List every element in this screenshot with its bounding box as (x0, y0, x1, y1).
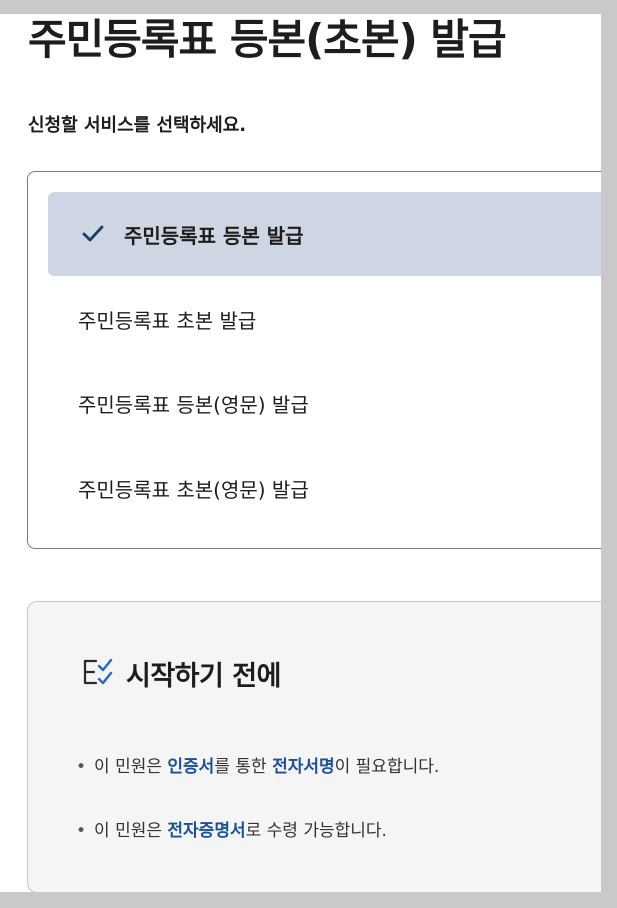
option-label: 주민등록표 초본(영문) 발급 (78, 477, 309, 502)
info-header: 시작하기 전에 (82, 654, 281, 693)
bullet-text: 이 필요합니다. (334, 757, 440, 777)
bullet-emphasis-e-certificate: 전자증명서 (167, 821, 246, 841)
check-icon (82, 225, 104, 243)
page: 주민등록표 등본(초본) 발급 신청할 서비스를 선택하세요. 주민등록표 등본… (0, 14, 601, 892)
page-title: 주민등록표 등본(초본) 발급 (28, 15, 507, 64)
option-label: 주민등록표 등본(영문) 발급 (78, 392, 309, 417)
option-resident-copy-english[interactable]: 주민등록표 등본(영문) 발급 (48, 361, 601, 445)
option-label: 주민등록표 등본 발급 (124, 223, 304, 248)
info-bullet: • 이 민원은 인증서를 통한 전자서명이 필요합니다. (76, 757, 440, 777)
page-subtitle: 신청할 서비스를 선택하세요. (28, 115, 247, 136)
bullet-text: 로 수령 가능합니다. (245, 821, 387, 841)
bullet-emphasis-certificate: 인증서 (167, 757, 215, 777)
bullet-text: 이 민원은 (94, 821, 168, 841)
option-label: 주민등록표 초본 발급 (78, 308, 257, 333)
info-title: 시작하기 전에 (126, 661, 281, 692)
bullet-text: 이 민원은 (94, 757, 168, 777)
option-resident-copy[interactable]: 주민등록표 등본 발급 (48, 192, 601, 276)
option-resident-abstract[interactable]: 주민등록표 초본 발급 (48, 277, 601, 361)
info-bullet: • 이 민원은 전자증명서로 수령 가능합니다. (76, 821, 387, 841)
checklist-icon (82, 655, 116, 693)
option-resident-abstract-english[interactable]: 주민등록표 초본(영문) 발급 (48, 446, 601, 530)
bullet-text: 를 통한 (214, 757, 273, 777)
service-option-list: 주민등록표 등본 발급 주민등록표 초본 발급 주민등록표 등본(영문) 발급 … (27, 171, 601, 549)
bullet-emphasis-e-signature: 전자서명 (272, 757, 335, 777)
before-start-panel: 시작하기 전에 • 이 민원은 인증서를 통한 전자서명이 필요합니다. • 이 민… (27, 601, 601, 892)
